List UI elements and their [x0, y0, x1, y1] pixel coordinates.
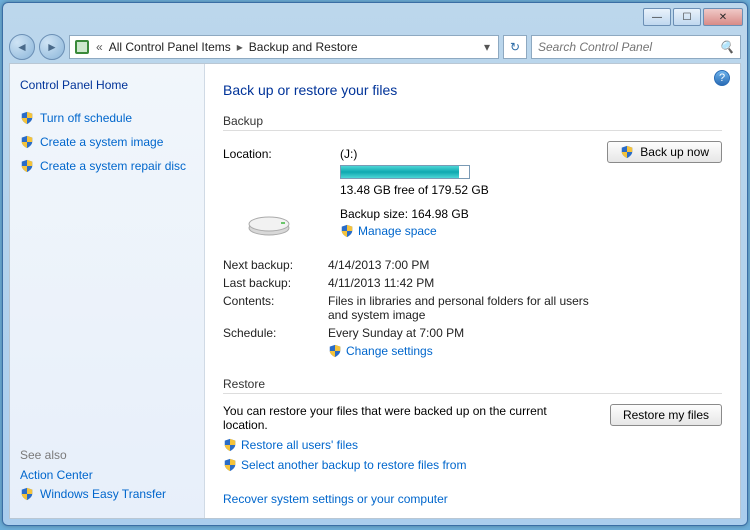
contents-label: Contents:	[223, 294, 328, 322]
restore-all-users-label: Restore all users' files	[241, 438, 358, 452]
backup-now-label: Back up now	[640, 145, 709, 159]
shield-icon	[223, 458, 237, 472]
free-space-text: 13.48 GB free of 179.52 GB	[340, 183, 591, 197]
breadcrumb-item[interactable]: All Control Panel Items	[109, 40, 231, 54]
drive-name: (J:)	[340, 147, 591, 161]
next-backup-label: Next backup:	[223, 258, 328, 272]
shield-icon	[223, 438, 237, 452]
seealso-label: Action Center	[20, 468, 93, 482]
next-backup-value: 4/14/2013 7:00 PM	[328, 258, 591, 272]
manage-space-label: Manage space	[358, 224, 437, 238]
manage-space-link[interactable]: Manage space	[340, 224, 437, 238]
shield-icon	[20, 159, 34, 173]
change-settings-link[interactable]: Change settings	[328, 344, 433, 358]
search-input[interactable]	[538, 40, 719, 54]
restore-my-files-button[interactable]: Restore my files	[610, 404, 722, 426]
seealso-label: Windows Easy Transfer	[40, 487, 166, 501]
see-also-section: See also Action Center Windows Easy Tran…	[20, 448, 194, 506]
restore-all-users-link[interactable]: Restore all users' files	[223, 438, 358, 452]
sidebar: Control Panel Home Turn off schedule Cre…	[10, 64, 205, 518]
address-dropdown-icon[interactable]: ▾	[480, 40, 494, 54]
window-frame: — ☐ ✕ ◄ ► « All Control Panel Items ▸ Ba…	[2, 2, 748, 526]
change-settings-label: Change settings	[346, 344, 433, 358]
task-label: Create a system repair disc	[40, 159, 186, 173]
backup-section-header: Backup	[223, 114, 722, 131]
recover-system-link[interactable]: Recover system settings or your computer	[223, 492, 448, 506]
see-also-header: See also	[20, 448, 194, 462]
main-content: ? Back up or restore your files Backup L…	[205, 64, 740, 518]
control-panel-home-link[interactable]: Control Panel Home	[20, 78, 194, 92]
window-controls: — ☐ ✕	[643, 8, 743, 26]
shield-icon	[620, 145, 634, 159]
last-backup-value: 4/11/2013 11:42 PM	[328, 276, 591, 290]
restore-section-header: Restore	[223, 377, 722, 394]
refresh-button[interactable]: ↻	[503, 35, 527, 59]
navbar: ◄ ► « All Control Panel Items ▸ Backup a…	[3, 31, 747, 63]
schedule-value: Every Sunday at 7:00 PM	[328, 326, 591, 340]
search-box[interactable]: 🔍	[531, 35, 741, 59]
restore-my-files-label: Restore my files	[623, 408, 709, 422]
page-title: Back up or restore your files	[223, 82, 722, 98]
select-another-backup-link[interactable]: Select another backup to restore files f…	[223, 458, 466, 472]
backup-location-area: Location: (J:) 13.48 GB free of 179.52 G…	[223, 141, 722, 365]
task-label: Turn off schedule	[40, 111, 132, 125]
control-panel-icon	[74, 39, 90, 55]
shield-icon	[340, 224, 354, 238]
turn-off-schedule-link[interactable]: Turn off schedule	[20, 111, 194, 125]
contents-value: Files in libraries and personal folders …	[328, 294, 591, 322]
shield-icon	[20, 487, 34, 501]
content-body: Control Panel Home Turn off schedule Cre…	[9, 63, 741, 519]
shield-icon	[328, 344, 342, 358]
maximize-button[interactable]: ☐	[673, 8, 701, 26]
disk-usage-fill	[341, 166, 459, 178]
task-label: Create a system image	[40, 135, 163, 149]
address-bar[interactable]: « All Control Panel Items ▸ Backup and R…	[69, 35, 499, 59]
hard-drive-icon	[245, 198, 293, 238]
close-button[interactable]: ✕	[703, 8, 743, 26]
titlebar: — ☐ ✕	[3, 3, 747, 31]
breadcrumb-item[interactable]: Backup and Restore	[249, 40, 358, 54]
search-icon[interactable]: 🔍	[719, 40, 734, 54]
select-another-backup-label: Select another backup to restore files f…	[241, 458, 466, 472]
minimize-button[interactable]: —	[643, 8, 671, 26]
schedule-label: Schedule:	[223, 326, 328, 340]
restore-description: You can restore your files that were bac…	[223, 404, 590, 432]
location-label: Location:	[223, 147, 328, 161]
forward-button[interactable]: ►	[39, 34, 65, 60]
breadcrumb-up-icon[interactable]: «	[94, 40, 105, 54]
shield-icon	[20, 111, 34, 125]
create-system-image-link[interactable]: Create a system image	[20, 135, 194, 149]
action-center-link[interactable]: Action Center	[20, 468, 194, 482]
backup-size-text: Backup size: 164.98 GB	[340, 207, 591, 221]
help-button[interactable]: ?	[714, 70, 730, 86]
shield-icon	[20, 135, 34, 149]
backup-now-button[interactable]: Back up now	[607, 141, 722, 163]
breadcrumb-separator-icon: ▸	[235, 40, 245, 54]
last-backup-label: Last backup:	[223, 276, 328, 290]
create-repair-disc-link[interactable]: Create a system repair disc	[20, 159, 194, 173]
back-button[interactable]: ◄	[9, 34, 35, 60]
disk-usage-bar	[340, 165, 470, 179]
easy-transfer-link[interactable]: Windows Easy Transfer	[20, 487, 194, 501]
